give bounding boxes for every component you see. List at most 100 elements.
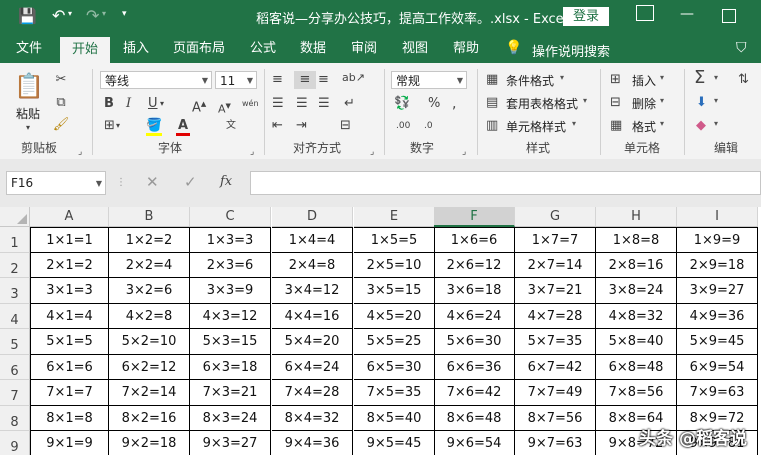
table-cell[interactable]: 7×9=63 [677, 380, 758, 406]
name-box[interactable]: F16 ▼ [6, 171, 106, 195]
underline-dropdown-icon[interactable]: ▾ [160, 95, 164, 113]
font-size-combo[interactable]: 11 ▼ [215, 71, 257, 89]
autosum-icon[interactable]: Σ [694, 69, 705, 87]
align-bottom-icon[interactable]: ≡ [318, 71, 329, 89]
tab-help[interactable]: 帮助 [446, 34, 486, 63]
tab-review[interactable]: 审阅 [344, 34, 384, 63]
column-header-i[interactable]: I [677, 207, 758, 227]
phonetic-guide-label[interactable]: wén [242, 95, 259, 113]
align-left-icon[interactable]: ☰ [272, 95, 284, 113]
table-cell[interactable]: 4×4=16 [272, 304, 353, 329]
column-header-c[interactable]: C [190, 207, 271, 227]
table-cell[interactable]: 8×4=32 [272, 406, 353, 431]
row-header[interactable]: 4 [0, 304, 30, 329]
row-header[interactable]: 6 [0, 355, 30, 380]
table-cell[interactable]: 7×8=56 [596, 380, 677, 406]
format-painter-icon[interactable]: 🖌 [52, 116, 70, 134]
enter-icon[interactable]: ✓ [184, 173, 197, 191]
column-header-a[interactable]: A [30, 207, 109, 227]
accounting-format-icon[interactable]: 💱 [394, 95, 410, 113]
table-cell[interactable]: 6×5=30 [354, 355, 435, 380]
table-cell[interactable]: 3×8=24 [596, 278, 677, 304]
table-cell[interactable]: 5×4=20 [272, 329, 353, 355]
table-cell[interactable]: 5×5=25 [354, 329, 435, 355]
table-cell[interactable]: 3×1=3 [30, 278, 109, 304]
decrease-indent-icon[interactable]: ⇤ [272, 117, 283, 135]
font-name-combo[interactable]: 等线 ▼ [100, 71, 212, 89]
cell-styles-button[interactable]: 单元格样式 [506, 118, 566, 135]
increase-indent-icon[interactable]: ⇥ [296, 117, 307, 135]
conditional-format-icon[interactable]: ▦ [486, 71, 498, 89]
column-header-g[interactable]: G [515, 207, 596, 227]
undo-icon[interactable]: ↶ [52, 6, 65, 25]
row-header[interactable]: 3 [0, 278, 30, 304]
decrease-decimal-icon[interactable]: .0 [424, 117, 433, 135]
table-cell[interactable]: 3×6=18 [434, 278, 515, 304]
table-cell[interactable]: 3×2=6 [109, 278, 190, 304]
underline-icon[interactable]: U [148, 95, 158, 113]
percent-icon[interactable]: % [428, 95, 440, 113]
insert-cells-button[interactable]: 插入 [632, 72, 656, 89]
table-cell[interactable]: 6×2=12 [109, 355, 190, 380]
table-cell[interactable]: 4×1=4 [30, 304, 109, 329]
table-cell[interactable]: 1×6=6 [434, 227, 515, 253]
paste-button[interactable]: 粘贴 [16, 105, 40, 122]
cut-icon[interactable]: ✂ [52, 71, 70, 89]
format-as-table-icon[interactable]: ▤ [486, 94, 498, 112]
orientation-icon[interactable]: ab↗ [342, 69, 365, 87]
table-cell[interactable]: 5×8=40 [596, 329, 677, 355]
table-cell[interactable]: 1×4=4 [272, 227, 353, 253]
table-cell[interactable]: 4×6=24 [434, 304, 515, 329]
align-right-icon[interactable]: ☰ [318, 95, 330, 113]
clear-icon[interactable]: ◆ [696, 117, 706, 135]
borders-icon[interactable]: ⊞ [104, 117, 115, 135]
insert-function-icon[interactable]: fx [220, 173, 232, 191]
format-cells-button[interactable]: 格式 [632, 118, 656, 135]
table-cell[interactable]: 4×7=28 [515, 304, 596, 329]
redo-icon[interactable]: ↷ [86, 6, 99, 25]
undo-dropdown-icon[interactable]: ▾ [68, 9, 72, 18]
table-cell[interactable]: 3×9=27 [677, 278, 758, 304]
align-center-icon[interactable]: ☰ [296, 95, 308, 113]
table-cell[interactable]: 9×5=45 [354, 431, 435, 455]
share-icon[interactable]: ⛉ [736, 40, 747, 56]
table-cell[interactable]: 4×5=20 [354, 304, 435, 329]
table-cell[interactable]: 5×7=35 [515, 329, 596, 355]
table-cell[interactable]: 9×1=9 [30, 431, 109, 455]
table-cell[interactable]: 3×7=21 [515, 278, 596, 304]
table-cell[interactable]: 8×7=56 [515, 406, 596, 431]
tab-data[interactable]: 数据 [293, 34, 333, 63]
table-cell[interactable]: 8×3=24 [190, 406, 271, 431]
table-cell[interactable]: 6×3=18 [190, 355, 271, 380]
table-cell[interactable]: 7×3=21 [190, 380, 271, 406]
table-cell[interactable]: 9×6=54 [434, 431, 515, 455]
table-cell[interactable]: 5×1=5 [30, 329, 109, 355]
redo-dropdown-icon[interactable]: ▾ [102, 9, 106, 18]
wrap-text-icon[interactable]: ↵ [344, 95, 355, 113]
table-cell[interactable]: 7×7=49 [515, 380, 596, 406]
copy-icon[interactable]: ⧉ [52, 94, 70, 112]
table-cell[interactable]: 4×2=8 [109, 304, 190, 329]
table-cell[interactable]: 2×6=12 [434, 253, 515, 278]
table-cell[interactable]: 6×8=48 [596, 355, 677, 380]
column-header-e[interactable]: E [354, 207, 435, 227]
table-cell[interactable]: 8×6=48 [434, 406, 515, 431]
tell-me-search[interactable]: 操作说明搜索 [532, 41, 610, 60]
table-cell[interactable]: 5×6=30 [434, 329, 515, 355]
table-cell[interactable]: 9×4=36 [272, 431, 353, 455]
table-cell[interactable]: 2×7=14 [515, 253, 596, 278]
table-cell[interactable]: 9×7=63 [515, 431, 596, 455]
tab-page-layout[interactable]: 页面布局 [166, 34, 232, 63]
select-all-button[interactable] [0, 207, 30, 227]
table-cell[interactable]: 2×3=6 [190, 253, 271, 278]
paste-icon[interactable]: 📋 [14, 71, 44, 101]
table-cell[interactable]: 4×9=36 [677, 304, 758, 329]
column-header-f[interactable]: F [434, 207, 515, 227]
table-cell[interactable]: 6×4=24 [272, 355, 353, 380]
table-cell[interactable]: 8×1=8 [30, 406, 109, 431]
row-header[interactable]: 5 [0, 329, 30, 355]
customize-qat-icon[interactable]: ▾ [122, 9, 127, 19]
formula-input[interactable] [250, 171, 761, 195]
tab-home[interactable]: 开始 [60, 37, 110, 63]
table-cell[interactable]: 6×6=36 [434, 355, 515, 380]
